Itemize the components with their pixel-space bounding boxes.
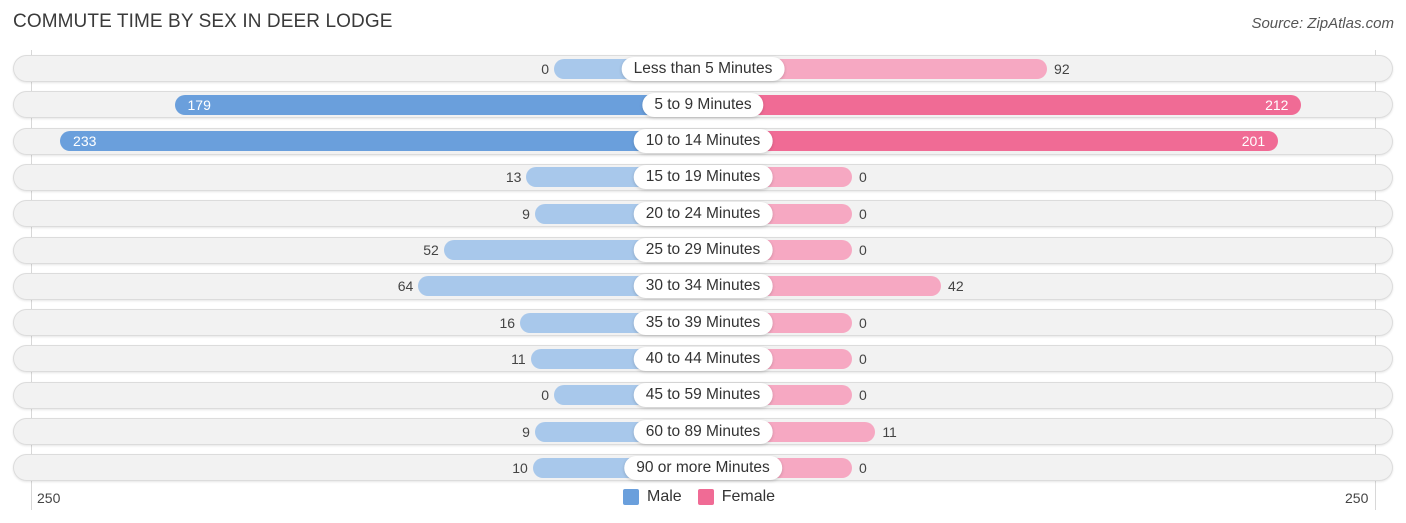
value-label-female: 0 [859, 387, 867, 404]
value-label-female: 0 [859, 314, 867, 331]
value-label-female: 42 [948, 278, 964, 295]
category-label: 15 to 19 Minutes [633, 165, 773, 190]
value-label-male: 9 [522, 423, 530, 440]
category-label: 35 to 39 Minutes [633, 310, 773, 335]
value-label-female: 0 [859, 242, 867, 258]
category-label: 20 to 24 Minutes [633, 201, 773, 226]
bar-female [703, 94, 1302, 115]
legend-label-male: Male [647, 488, 682, 505]
category-label: 5 to 9 Minutes [642, 92, 764, 117]
value-label-male: 9 [522, 205, 530, 222]
value-label-female: 0 [859, 205, 867, 222]
value-label-male: 233 [73, 133, 97, 150]
legend-item-female: Female [697, 488, 776, 506]
category-label: 30 to 34 Minutes [633, 274, 773, 299]
legend-swatch-male [623, 489, 639, 505]
bar-male [60, 131, 703, 152]
value-label-male: 64 [397, 278, 414, 295]
legend-swatch-female [697, 489, 714, 505]
category-label: 40 to 44 Minutes [633, 346, 773, 371]
value-label-female: 0 [859, 169, 867, 186]
value-label-female: 212 [1265, 96, 1289, 113]
category-label: 90 or more Minutes [624, 455, 782, 480]
value-label-male: 0 [541, 387, 549, 404]
axis-label-left: 250 [37, 490, 61, 506]
category-label: 25 to 29 Minutes [633, 238, 773, 262]
value-label-female: 201 [1241, 133, 1266, 150]
source-label: Source: ZipAtlas.com [1251, 15, 1394, 32]
value-label-male: 179 [187, 96, 211, 113]
chart-title: COMMUTE TIME BY SEX IN DEER LODGE [13, 11, 393, 32]
category-label: 45 to 59 Minutes [633, 383, 773, 408]
value-label-female: 0 [859, 459, 867, 476]
category-label: Less than 5 Minutes [621, 56, 785, 81]
legend-label-female: Female [721, 488, 776, 505]
value-label-male: 10 [512, 459, 528, 476]
value-label-male: 13 [505, 169, 522, 186]
value-label-female: 11 [882, 423, 897, 440]
category-label: 10 to 14 Minutes [633, 129, 773, 154]
bar-female [703, 131, 1279, 152]
legend: Male Female [623, 488, 791, 506]
value-label-male: 52 [423, 242, 439, 258]
value-label-male: 16 [499, 314, 516, 331]
legend-item-male: Male [623, 488, 682, 506]
value-label-male: 11 [511, 350, 526, 367]
axis-label-right: 250 [1345, 490, 1369, 506]
value-label-male: 0 [541, 60, 549, 77]
category-label: 60 to 89 Minutes [633, 419, 773, 444]
bar-male [174, 94, 703, 115]
value-label-female: 0 [859, 350, 867, 367]
value-label-female: 92 [1054, 60, 1070, 77]
